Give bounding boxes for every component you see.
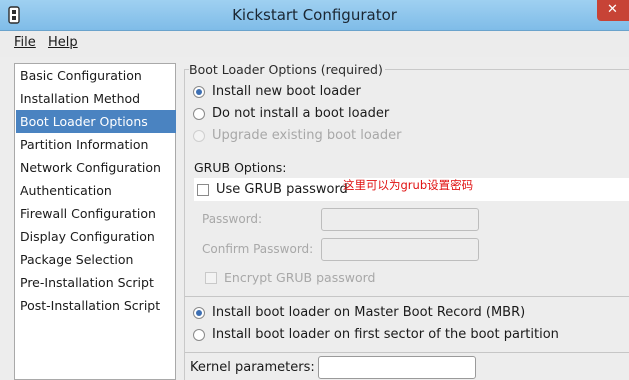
install-new-radio[interactable] — [193, 86, 205, 98]
upgrade-label: Upgrade existing boot loader — [212, 128, 402, 143]
sidebar-item-firewall-configuration[interactable]: Firewall Configuration — [16, 202, 176, 225]
do-not-install-label[interactable]: Do not install a boot loader — [212, 106, 389, 121]
window-title: Kickstart Configurator — [232, 6, 397, 24]
confirm-password-label: Confirm Password: — [202, 242, 314, 256]
sidebar-item-boot-loader-options[interactable]: Boot Loader Options — [16, 110, 176, 133]
group-title: Boot Loader Options (required) — [189, 62, 385, 77]
grub-options-label: GRUB Options: — [194, 160, 287, 175]
sidebar-item-installation-method[interactable]: Installation Method — [16, 87, 176, 110]
upgrade-radio — [193, 130, 205, 142]
sidebar-item-pre-installation-script[interactable]: Pre-Installation Script — [16, 271, 176, 294]
do-not-install-radio[interactable] — [193, 108, 205, 120]
password-field — [321, 208, 479, 231]
sidebar-item-post-installation-script[interactable]: Post-Installation Script — [16, 294, 176, 317]
menu-file-label: File — [14, 35, 36, 50]
menu-help[interactable]: Help — [48, 35, 78, 50]
sidebar-item-network-configuration[interactable]: Network Configuration — [16, 156, 176, 179]
sidebar-item-basic-configuration[interactable]: Basic Configuration — [16, 64, 176, 87]
install-first-sector-radio[interactable] — [193, 329, 205, 341]
sidebar-item-display-configuration[interactable]: Display Configuration — [16, 225, 176, 248]
use-grub-password-checkbox[interactable] — [197, 184, 209, 196]
encrypt-grub-password-checkbox — [205, 272, 217, 284]
section-list: Basic Configuration Installation Method … — [14, 63, 176, 380]
menu-help-label: Help — [48, 35, 78, 50]
menu-bar: File Help — [0, 31, 629, 57]
divider — [185, 352, 629, 353]
close-window-button[interactable]: ✕ — [597, 0, 629, 21]
use-grub-password-label[interactable]: Use GRUB password — [216, 182, 348, 197]
install-first-sector-label[interactable]: Install boot loader on first sector of t… — [212, 327, 559, 342]
kernel-parameters-input[interactable] — [318, 356, 476, 379]
install-mbr-radio[interactable] — [193, 307, 205, 319]
install-new-label[interactable]: Install new boot loader — [212, 84, 361, 99]
title-bar: Kickstart Configurator ✕ — [0, 0, 629, 31]
encrypt-grub-password-label: Encrypt GRUB password — [224, 270, 376, 285]
annotation-text: 这里可以为grub设置密码 — [343, 178, 474, 192]
install-mbr-label[interactable]: Install boot loader on Master Boot Recor… — [212, 305, 525, 320]
kernel-parameters-label: Kernel parameters: — [190, 360, 315, 375]
sidebar-item-partition-information[interactable]: Partition Information — [16, 133, 176, 156]
sidebar-item-package-selection[interactable]: Package Selection — [16, 248, 176, 271]
password-label: Password: — [202, 212, 263, 226]
confirm-password-field — [321, 238, 479, 261]
divider — [185, 296, 629, 297]
sidebar-item-authentication[interactable]: Authentication — [16, 179, 176, 202]
close-icon: ✕ — [607, 2, 618, 17]
menu-file[interactable]: File — [14, 35, 36, 50]
